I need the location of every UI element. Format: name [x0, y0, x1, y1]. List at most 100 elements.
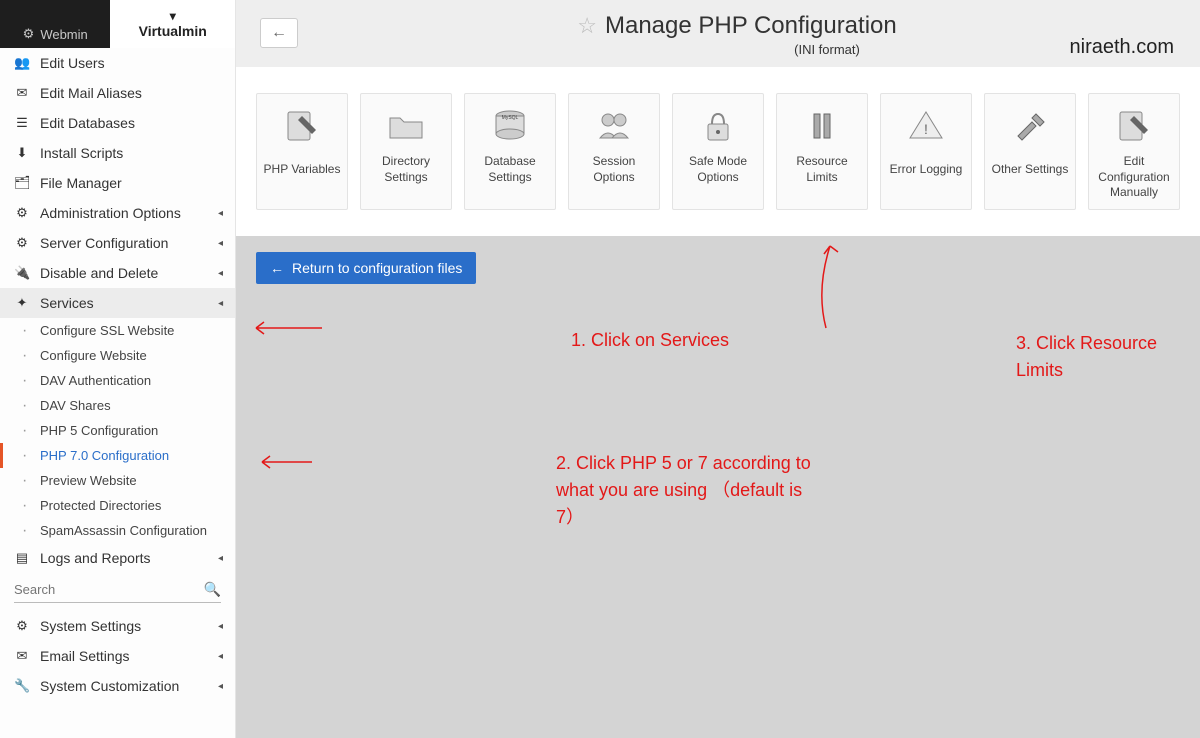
arrow-left-icon: ← [271, 24, 287, 42]
tile-label: Other Settings [992, 154, 1069, 186]
folder-open-icon [384, 106, 428, 146]
menu-label: Edit Mail Aliases [40, 85, 142, 101]
tab-virtualmin[interactable]: ▾ Virtualmin [110, 0, 235, 48]
document-icon: ▤ [14, 550, 30, 566]
menu-label: Disable and Delete [40, 265, 158, 281]
menu-label: System Customization [40, 678, 179, 694]
tile-session-options[interactable]: Session Options [568, 93, 660, 210]
services-submenu: ·Configure SSL Website ·Configure Websit… [0, 318, 235, 543]
sub-item-protected-dirs[interactable]: ·Protected Directories [22, 493, 235, 518]
title-wrap: ☆ Manage PHP Configuration (INI format) [298, 12, 1176, 57]
tile-label: Error Logging [890, 154, 963, 186]
bullet-icon: · [22, 426, 32, 436]
bars-icon [800, 106, 844, 146]
sliders-icon: ⚙ [14, 235, 30, 251]
watermark: niraeth.com [1070, 36, 1175, 59]
bullet-icon: · [22, 376, 32, 386]
sub-item-dav-shares[interactable]: ·DAV Shares [22, 393, 235, 418]
tile-other-settings[interactable]: Other Settings [984, 93, 1076, 210]
sidebar-item-system-customization[interactable]: 🔧 System Customization ◂ [0, 671, 235, 701]
arrow-annotation-3 [806, 240, 846, 330]
sub-label: PHP 7.0 Configuration [40, 448, 169, 463]
bottom-menu: ⚙ System Settings ◂ ✉ Email Settings ◂ 🔧… [0, 611, 235, 701]
caret-down-icon: ▾ [215, 300, 226, 305]
sub-item-preview-website[interactable]: ·Preview Website [22, 468, 235, 493]
menu-label: Edit Users [40, 55, 105, 71]
return-button[interactable]: ← Return to configuration files [256, 252, 476, 284]
annotation-2: 2. Click PHP 5 or 7 according to what yo… [556, 450, 816, 531]
sub-label: Protected Directories [40, 498, 161, 513]
sub-item-php7-config[interactable]: ·PHP 7.0 Configuration [22, 443, 235, 468]
sidebar-item-file-manager[interactable]: 🗂 File Manager [0, 168, 235, 198]
menu-label: Edit Databases [40, 115, 135, 131]
sub-item-configure-website[interactable]: ·Configure Website [22, 343, 235, 368]
sub-item-spamassassin[interactable]: ·SpamAssassin Configuration [22, 518, 235, 543]
tile-php-variables[interactable]: PHP Variables [256, 93, 348, 210]
tile-label: Edit Configuration Manually [1093, 154, 1175, 201]
search-input[interactable] [14, 582, 204, 597]
caret-left-icon: ◂ [218, 268, 223, 279]
tab-label: Webmin [40, 27, 87, 42]
sub-item-dav-auth[interactable]: ·DAV Authentication [22, 368, 235, 393]
svg-text:!: ! [924, 121, 928, 137]
mail-icon: ✉ [14, 648, 30, 664]
tile-resource-limits[interactable]: Resource Limits [776, 93, 868, 210]
tile-label: Session Options [573, 154, 655, 186]
puzzle-icon: ✦ [14, 295, 30, 311]
sidebar-item-disable-delete[interactable]: 🔌 Disable and Delete ◂ [0, 258, 235, 288]
bullet-icon: · [22, 476, 32, 486]
sidebar-item-server-config[interactable]: ⚙ Server Configuration ◂ [0, 228, 235, 258]
people-icon [592, 106, 636, 146]
bullet-icon: · [22, 526, 32, 536]
sidebar-item-logs-reports[interactable]: ▤ Logs and Reports ◂ [0, 543, 235, 573]
tile-label: Safe Mode Options [677, 154, 759, 186]
menu-label: Administration Options [40, 205, 181, 221]
star-icon[interactable]: ☆ [577, 13, 597, 39]
search-icon[interactable]: 🔍 [204, 581, 221, 598]
back-button[interactable]: ← [260, 18, 298, 48]
menu-label: Email Settings [40, 648, 129, 664]
arrow-annotation-2 [254, 452, 314, 472]
sidebar-item-admin-options[interactable]: ⚙ Administration Options ◂ [0, 198, 235, 228]
annotation-1: 1. Click on Services [571, 330, 729, 351]
arrow-annotation-1 [244, 318, 324, 338]
database-icon: ☰ [14, 115, 30, 131]
tab-webmin[interactable]: ⚙ Webmin [0, 0, 110, 48]
tile-edit-config-manually[interactable]: Edit Configuration Manually [1088, 93, 1180, 210]
chevron-down-icon: ▾ [170, 9, 176, 23]
install-icon: ⬇ [14, 145, 30, 161]
tile-directory-settings[interactable]: Directory Settings [360, 93, 452, 210]
sub-label: Configure Website [40, 348, 147, 363]
sub-item-configure-ssl[interactable]: ·Configure SSL Website [22, 318, 235, 343]
gear-icon: ⚙ [14, 205, 30, 221]
tile-label: Directory Settings [365, 154, 447, 186]
sidebar-tabs: ⚙ Webmin ▾ Virtualmin [0, 0, 235, 48]
header-bar: ← ☆ Manage PHP Configuration (INI format… [236, 0, 1200, 67]
tile-error-logging[interactable]: ! Error Logging [880, 93, 972, 210]
sidebar-item-edit-mail-aliases[interactable]: ✉ Edit Mail Aliases [0, 78, 235, 108]
caret-left-icon: ◂ [218, 553, 223, 564]
tile-label: Resource Limits [781, 154, 863, 186]
menu-label: Logs and Reports [40, 550, 151, 566]
edit-doc-icon [1112, 106, 1156, 146]
sub-item-php5-config[interactable]: ·PHP 5 Configuration [22, 418, 235, 443]
caret-left-icon: ◂ [218, 238, 223, 249]
warning-icon: ! [904, 106, 948, 146]
main-content: ← ☆ Manage PHP Configuration (INI format… [236, 0, 1200, 738]
caret-left-icon: ◂ [218, 681, 223, 692]
sidebar-item-services[interactable]: ✦ Services ▾ [0, 288, 235, 318]
folder-icon: 🗂 [14, 175, 30, 191]
plug-icon: 🔌 [14, 265, 30, 281]
sidebar-item-edit-users[interactable]: 👥 Edit Users [0, 48, 235, 78]
tile-safe-mode-options[interactable]: Safe Mode Options [672, 93, 764, 210]
menu-label: System Settings [40, 618, 141, 634]
sidebar-item-system-settings[interactable]: ⚙ System Settings ◂ [0, 611, 235, 641]
menu-label: Services [40, 295, 94, 311]
sidebar-item-email-settings[interactable]: ✉ Email Settings ◂ [0, 641, 235, 671]
sidebar-item-edit-databases[interactable]: ☰ Edit Databases [0, 108, 235, 138]
return-label: Return to configuration files [292, 260, 462, 276]
sidebar: ⚙ Webmin ▾ Virtualmin 👥 Edit Users ✉ Edi… [0, 0, 236, 738]
tile-database-settings[interactable]: MySQL Database Settings [464, 93, 556, 210]
sidebar-item-install-scripts[interactable]: ⬇ Install Scripts [0, 138, 235, 168]
caret-left-icon: ◂ [218, 208, 223, 219]
